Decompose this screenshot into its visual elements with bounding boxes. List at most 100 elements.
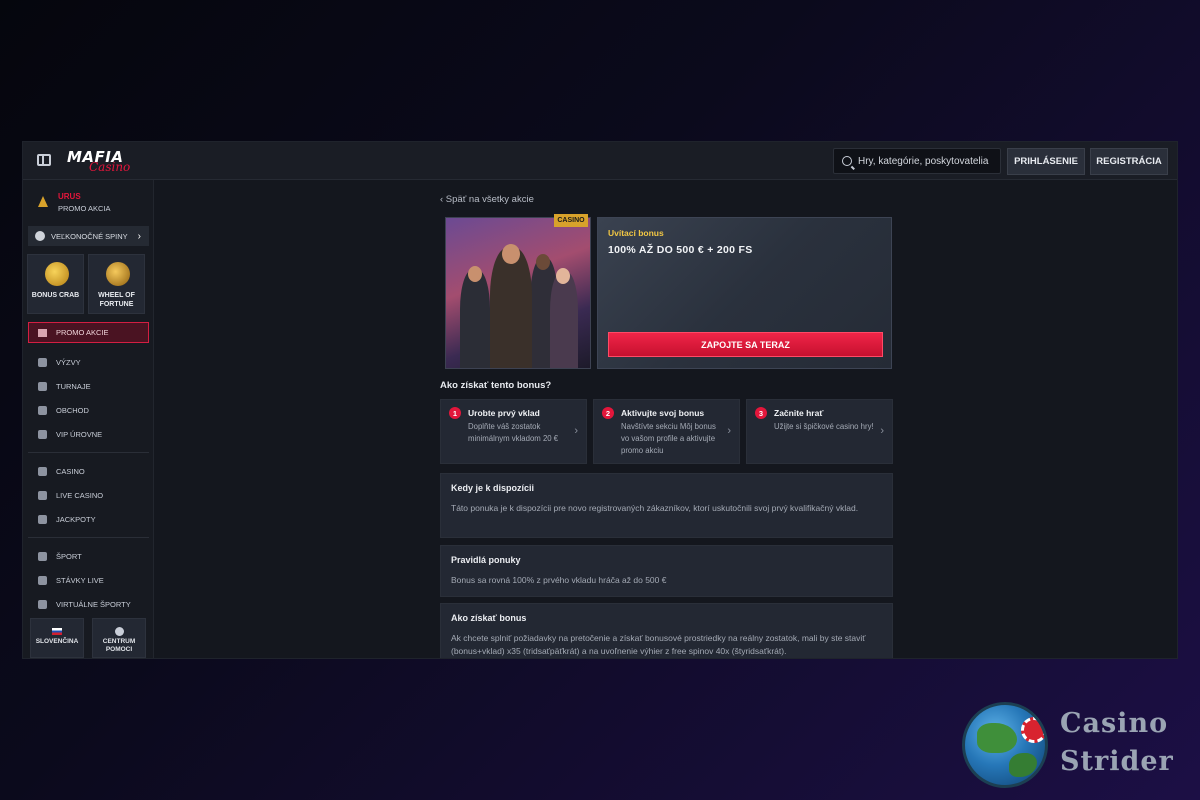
promo-label: PROMO AKCIE [56,328,109,337]
divider [28,537,149,538]
sidebar-item-live-bets[interactable]: STÁVKY LIVE [28,568,149,592]
globe-land [1009,753,1037,777]
medal-icon [38,357,47,367]
help-label-line: POMOCI [105,646,133,653]
character-face [468,266,482,282]
wheel-of-fortune-tile[interactable]: WHEEL OF FORTUNE [88,254,145,314]
sidebar-item-vip[interactable]: VIP ÚROVNE [28,422,149,446]
info-body: Táto ponuka je k dispozícii pre novo reg… [451,503,859,513]
urus-promo[interactable]: URUS PROMO AKCIA [28,188,149,218]
virtual-icon [38,599,47,609]
spins-label: VEĽKONOČNÉ SPINY [51,231,128,241]
watermark-line: Casino [1060,708,1169,739]
sidebar-item-virtual-sports[interactable]: VIRTUÁLNE ŠPORTY [28,592,149,616]
cards-icon [38,490,47,500]
easter-spins-item[interactable]: VEĽKONOČNÉ SPINY › [28,226,149,246]
slovak-flag-icon [52,628,62,635]
sidebar-item-challenges[interactable]: VÝZVY [28,350,149,374]
language-label: SLOVENČINA [35,638,79,645]
sidebar-item-label: CASINO [56,466,85,476]
sidebar-menu: VÝZVY TURNAJE OBCHOD VIP ÚROVNE CASINO L… [28,350,149,616]
sidebar-item-label: TURNAJE [56,381,91,391]
sidebar: URUS PROMO AKCIA VEĽKONOČNÉ SPINY › BONU… [23,180,154,658]
sidebar-item-label: OBCHOD [56,405,89,415]
live-icon [38,575,47,585]
help-center-button[interactable]: CENTRUM POMOCI [92,618,146,658]
promo-actions-item[interactable]: PROMO AKCIE [28,322,149,343]
tile-label-line: BONUS CRAB [31,292,80,299]
wheel-icon [106,262,130,286]
bonus-panel: Uvítací bonus 100% AŽ DO 500 € + 200 FS … [597,217,892,369]
step-number: 3 [755,407,767,419]
info-title: Kedy je k dispozícii [451,483,535,493]
urus-title: URUS [58,192,81,201]
top-bar: MAFIA Casino PRIHLÁSENIE REGISTRÁCIA [23,142,1177,180]
sidebar-toggle-icon[interactable] [37,154,51,166]
back-link[interactable]: ‹ Späť na všetky akcie [440,194,534,205]
character-figure [490,248,532,368]
sidebar-item-label: STÁVKY LIVE [56,575,104,585]
watermark-line: Strider [1060,746,1174,777]
car-icon [38,196,48,207]
sidebar-item-live-casino[interactable]: LIVE CASINO [28,483,149,507]
sidebar-item-shop[interactable]: OBCHOD [28,398,149,422]
search-box[interactable] [833,148,1001,174]
step-card[interactable]: 3 Začnite hrať Užijte si špičkové casino… [746,399,893,464]
tile-label-line: WHEEL OF [98,292,135,299]
logo[interactable]: MAFIA Casino [67,148,130,174]
step-description: Doplňte váš zostatok minimálnym vkladom … [468,422,559,443]
info-how-to-get: Ako získať bonus Ak chcete splniť požiad… [440,603,893,658]
sidebar-item-label: VIP ÚROVNE [56,429,103,439]
language-button[interactable]: SLOVENČINA [30,618,84,658]
step-title: Začnite hrať [774,408,824,418]
search-input[interactable] [858,155,998,167]
character-face [556,268,570,284]
character-face [536,254,550,270]
character-face [502,244,520,264]
sidebar-item-jackpots[interactable]: JACKPOTY [28,507,149,531]
join-now-button[interactable]: ZAPOJTE SA TERAZ [608,332,883,357]
promo-image [445,217,591,369]
character-figure [550,272,578,368]
info-rules: Pravidlá ponuky Bonus sa rovná 100% z pr… [440,545,893,597]
logo-sub-text: Casino [89,160,131,174]
step-card[interactable]: 2 Aktivujte svoj bonus Navštívte sekciu … [593,399,740,464]
register-button[interactable]: REGISTRÁCIA [1090,148,1168,175]
help-icon [114,627,124,636]
app-window: MAFIA Casino PRIHLÁSENIE REGISTRÁCIA URU… [22,141,1178,659]
character-figure [460,270,490,368]
sidebar-item-label: VIRTUÁLNE ŠPORTY [56,599,131,609]
sidebar-item-label: JACKPOTY [56,514,96,524]
step-card[interactable]: 1 Urobte prvý vklad Doplňte váš zostatok… [440,399,587,464]
gift-icon [38,328,47,337]
shop-icon [38,405,47,415]
sidebar-item-label: LIVE CASINO [56,490,104,500]
chevron-right-icon: › [137,230,141,242]
podium-icon [38,381,47,391]
info-body: Ak chcete splniť požiadavky na pretočeni… [451,633,866,656]
sidebar-item-sport[interactable]: ŠPORT [28,544,149,568]
info-body: Bonus sa rovná 100% z prvého vkladu hráč… [451,575,667,585]
spade-icon [38,466,47,476]
globe-land [977,723,1017,753]
login-button[interactable]: PRIHLÁSENIE [1007,148,1085,175]
sidebar-item-label: VÝZVY [56,357,81,367]
sidebar-item-label: ŠPORT [56,551,82,561]
step-title: Urobte prvý vklad [468,408,540,418]
bonus-crab-tile[interactable]: BONUS CRAB [27,254,84,314]
sidebar-item-tournaments[interactable]: TURNAJE [28,374,149,398]
clover-icon [38,514,47,524]
howto-title: Ako získať tento bonus? [440,380,552,391]
chevron-right-icon: › [574,425,578,437]
egg-icon [35,231,45,241]
diamond-icon [38,429,47,439]
help-label-line: CENTRUM [102,638,136,645]
bonus-tag: Uvítací bonus [608,228,664,238]
divider [28,452,149,453]
crab-claw-icon [45,262,69,286]
sidebar-item-casino[interactable]: CASINO [28,459,149,483]
search-icon [842,156,852,166]
poker-chip-icon [1021,717,1045,743]
info-title: Ako získať bonus [451,613,527,623]
step-description: Užijte si špičkové casino hry! [774,422,874,431]
